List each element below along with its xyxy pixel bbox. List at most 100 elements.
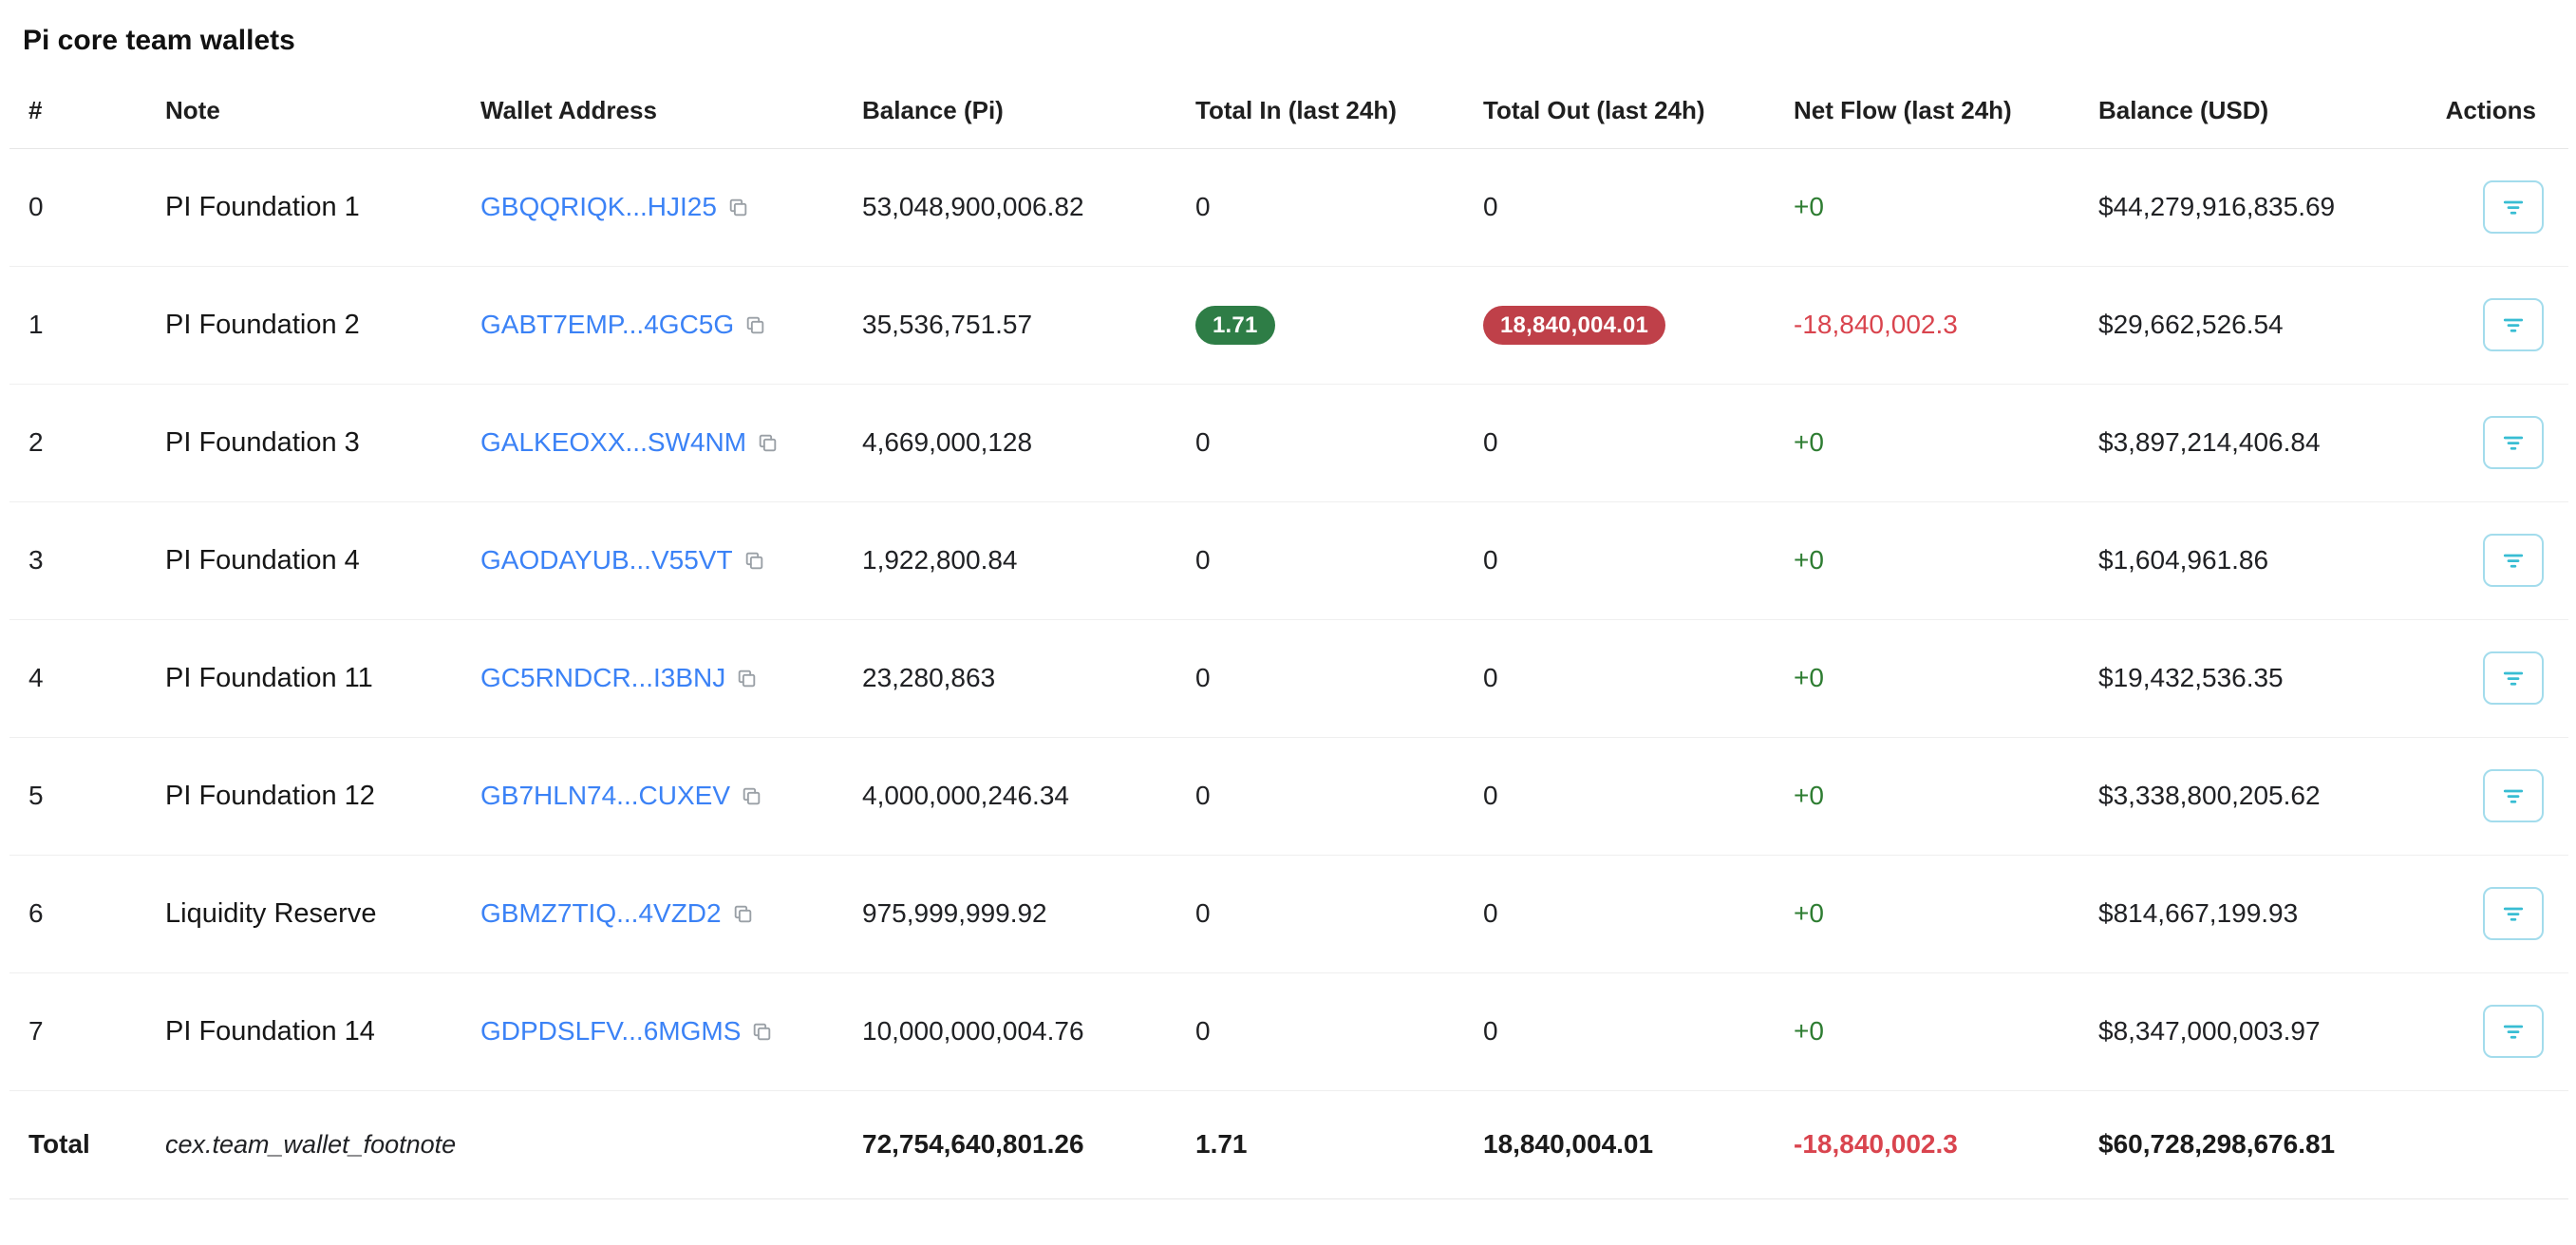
total-in: 0 xyxy=(1180,737,1468,855)
col-header-note: Note xyxy=(150,65,465,148)
wallet-address-cell: GABT7EMP...4GC5G xyxy=(465,266,847,384)
wallet-row: 1PI Foundation 2 GABT7EMP...4GC5G 35,536,7… xyxy=(9,266,2568,384)
wallet-address-cell: GBMZ7TIQ...4VZD2 xyxy=(465,855,847,972)
wallet-address-link[interactable]: GDPDSLFV...6MGMS xyxy=(480,1016,741,1046)
balance-pi: 1,922,800.84 xyxy=(847,501,1180,619)
balance-pi: 4,669,000,128 xyxy=(847,384,1180,501)
total-out: 0 xyxy=(1468,855,1778,972)
net-flow: +0 xyxy=(1778,972,2083,1090)
row-actions-button[interactable] xyxy=(2483,1005,2544,1058)
table-body: 0PI Foundation 1GBQQRIQK...HJI2553,048,9… xyxy=(9,148,2568,1090)
wallet-address-cell: GALKEOXX...SW4NM xyxy=(465,384,847,501)
balance-pi: 35,536,751.57 xyxy=(847,266,1180,384)
row-actions-button[interactable] xyxy=(2483,534,2544,587)
wallet-note: PI Foundation 14 xyxy=(150,972,465,1090)
total-out: 0 xyxy=(1468,619,1778,737)
balance-pi: 23,280,863 xyxy=(847,619,1180,737)
net-flow: -18,840,002.3 xyxy=(1778,266,2083,384)
row-actions-button[interactable] xyxy=(2483,298,2544,351)
actions-cell xyxy=(2397,737,2568,855)
total-out-badge: 18,840,004.01 xyxy=(1483,306,1665,345)
wallet-note: PI Foundation 12 xyxy=(150,737,465,855)
wallet-address-link[interactable]: GAODAYUB...V55VT xyxy=(480,545,733,575)
net-flow: +0 xyxy=(1778,148,2083,266)
wallet-address-cell: GBQQRIQK...HJI25 xyxy=(465,148,847,266)
header-row: # Note Wallet Address Balance (Pi) Total… xyxy=(9,65,2568,148)
wallet-note: PI Foundation 2 xyxy=(150,266,465,384)
wallet-address-link[interactable]: GBMZ7TIQ...4VZD2 xyxy=(480,898,722,928)
wallets-table: # Note Wallet Address Balance (Pi) Total… xyxy=(9,65,2568,1199)
row-actions-button[interactable] xyxy=(2483,416,2544,469)
net-flow: +0 xyxy=(1778,737,2083,855)
total-in-badge: 1.71 xyxy=(1195,306,1275,345)
wallet-row: 0PI Foundation 1GBQQRIQK...HJI2553,048,9… xyxy=(9,148,2568,266)
filter-icon xyxy=(2499,664,2528,692)
copy-icon[interactable] xyxy=(726,196,750,219)
total-out: 0 xyxy=(1468,972,1778,1090)
total-footnote: cex.team_wallet_footnote xyxy=(150,1090,465,1198)
wallet-row: 7PI Foundation 14GDPDSLFV...6MGMS10,000,… xyxy=(9,972,2568,1090)
wallet-note: Liquidity Reserve xyxy=(150,855,465,972)
col-header-balance-usd: Balance (USD) xyxy=(2083,65,2397,148)
total-out: 0 xyxy=(1468,501,1778,619)
actions-cell xyxy=(2397,855,2568,972)
copy-icon[interactable] xyxy=(740,784,763,808)
copy-icon[interactable] xyxy=(743,549,766,573)
wallet-address-cell: GB7HLN74...CUXEV xyxy=(465,737,847,855)
actions-cell xyxy=(2397,972,2568,1090)
wallet-address-link[interactable]: GABT7EMP...4GC5G xyxy=(480,310,734,339)
wallet-note: PI Foundation 11 xyxy=(150,619,465,737)
copy-icon[interactable] xyxy=(731,902,755,926)
total-in: 0 xyxy=(1180,148,1468,266)
balance-pi: 10,000,000,004.76 xyxy=(847,972,1180,1090)
total-address-cell xyxy=(465,1090,847,1198)
balance-usd: $44,279,916,835.69 xyxy=(2083,148,2397,266)
net-flow: +0 xyxy=(1778,855,2083,972)
total-out: 0 xyxy=(1468,384,1778,501)
copy-icon[interactable] xyxy=(743,313,767,337)
row-index: 3 xyxy=(9,501,150,619)
balance-pi: 4,000,000,246.34 xyxy=(847,737,1180,855)
total-out: 18,840,004.01 xyxy=(1468,1090,1778,1198)
row-actions-button[interactable] xyxy=(2483,651,2544,705)
wallet-note: PI Foundation 3 xyxy=(150,384,465,501)
balance-usd: $8,347,000,003.97 xyxy=(2083,972,2397,1090)
filter-icon xyxy=(2499,546,2528,575)
wallet-row: 5PI Foundation 12GB7HLN74...CUXEV4,000,0… xyxy=(9,737,2568,855)
row-index: 1 xyxy=(9,266,150,384)
wallet-note: PI Foundation 4 xyxy=(150,501,465,619)
wallet-address-link[interactable]: GBQQRIQK...HJI25 xyxy=(480,192,717,221)
col-header-index: # xyxy=(9,65,150,148)
row-actions-button[interactable] xyxy=(2483,887,2544,940)
total-in: 0 xyxy=(1180,501,1468,619)
filter-icon xyxy=(2499,1017,2528,1046)
wallet-address-link[interactable]: GALKEOXX...SW4NM xyxy=(480,427,746,457)
total-in: 0 xyxy=(1180,972,1468,1090)
net-flow: +0 xyxy=(1778,384,2083,501)
table-header: # Note Wallet Address Balance (Pi) Total… xyxy=(9,65,2568,148)
wallet-address-link[interactable]: GC5RNDCR...I3BNJ xyxy=(480,663,725,692)
balance-usd: $1,604,961.86 xyxy=(2083,501,2397,619)
copy-icon[interactable] xyxy=(735,667,759,690)
total-out: 0 xyxy=(1468,737,1778,855)
row-index: 2 xyxy=(9,384,150,501)
total-row: Total cex.team_wallet_footnote 72,754,64… xyxy=(9,1090,2568,1198)
wallet-address-cell: GC5RNDCR...I3BNJ xyxy=(465,619,847,737)
wallet-row: 4PI Foundation 11GC5RNDCR...I3BNJ23,280,… xyxy=(9,619,2568,737)
wallet-note: PI Foundation 1 xyxy=(150,148,465,266)
col-header-balance-pi: Balance (Pi) xyxy=(847,65,1180,148)
actions-cell xyxy=(2397,501,2568,619)
balance-pi: 975,999,999.92 xyxy=(847,855,1180,972)
net-flow: +0 xyxy=(1778,619,2083,737)
row-actions-button[interactable] xyxy=(2483,180,2544,234)
total-in: 0 xyxy=(1180,384,1468,501)
total-net-flow: -18,840,002.3 xyxy=(1778,1090,2083,1198)
copy-icon[interactable] xyxy=(750,1020,774,1044)
copy-icon[interactable] xyxy=(756,431,780,455)
filter-icon xyxy=(2499,311,2528,339)
row-actions-button[interactable] xyxy=(2483,769,2544,822)
total-label: Total xyxy=(9,1090,150,1198)
wallet-address-cell: GAODAYUB...V55VT xyxy=(465,501,847,619)
actions-cell xyxy=(2397,619,2568,737)
wallet-address-link[interactable]: GB7HLN74...CUXEV xyxy=(480,781,730,810)
